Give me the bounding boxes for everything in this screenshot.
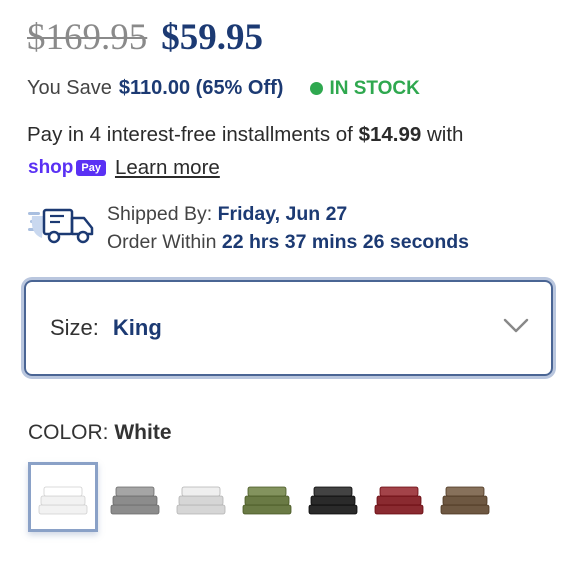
shipped-by-line: Shipped By: Friday, Jun 27 bbox=[107, 200, 469, 228]
color-swatch-olive[interactable] bbox=[232, 462, 302, 532]
folded-sheets-burgundy bbox=[374, 486, 424, 515]
shipping-info: Shipped By: Friday, Jun 27 Order Within … bbox=[28, 200, 469, 256]
learn-more-link[interactable]: Learn more bbox=[115, 156, 220, 180]
color-label: COLOR: bbox=[28, 421, 109, 444]
shop-pay-row: shop Pay Learn more bbox=[28, 156, 220, 180]
color-swatch-light-gray[interactable] bbox=[166, 462, 236, 532]
stock-status-text: IN STOCK bbox=[329, 77, 420, 99]
color-row: COLOR: White bbox=[28, 421, 172, 445]
folded-sheets-light-gray bbox=[176, 486, 226, 515]
folded-sheets-black bbox=[308, 486, 358, 515]
folded-sheets-olive bbox=[242, 486, 292, 515]
size-value: King bbox=[112, 315, 162, 340]
folded-sheets-white bbox=[38, 486, 88, 515]
order-countdown: 22 hrs 37 mins 26 seconds bbox=[221, 231, 470, 253]
installment-amount: $14.99 bbox=[358, 123, 422, 146]
price-row: $169.95 $59.95 bbox=[27, 16, 263, 59]
color-swatch-white[interactable] bbox=[28, 462, 98, 532]
stock-dot-icon bbox=[310, 82, 324, 95]
stock-status: IN STOCK bbox=[310, 77, 420, 100]
installments-prefix: Pay in 4 interest-free installments of bbox=[27, 123, 359, 146]
color-swatch-brown[interactable] bbox=[430, 462, 500, 532]
savings-amount: $110.00 (65% Off) bbox=[118, 77, 284, 99]
color-swatch-burgundy[interactable] bbox=[364, 462, 434, 532]
size-select[interactable]: Size: King bbox=[24, 280, 553, 376]
shipped-by-label: Shipped By: bbox=[107, 203, 213, 225]
color-value: White bbox=[114, 421, 172, 444]
delivery-truck-icon bbox=[28, 208, 94, 244]
savings-label: You Save bbox=[27, 77, 112, 99]
sale-price: $59.95 bbox=[161, 17, 263, 58]
color-swatch-gray[interactable] bbox=[100, 462, 170, 532]
chevron-down-icon bbox=[503, 318, 529, 333]
order-within-label: Order Within bbox=[107, 231, 217, 253]
savings-row: You Save $110.00 (65% Off) IN STOCK bbox=[27, 77, 420, 100]
shipped-by-value: Friday, Jun 27 bbox=[217, 203, 348, 225]
order-within-line: Order Within 22 hrs 37 mins 26 seconds bbox=[107, 228, 469, 256]
shop-pay-badge: Pay bbox=[76, 160, 106, 176]
color-swatch-black[interactable] bbox=[298, 462, 368, 532]
folded-sheets-gray bbox=[110, 486, 160, 515]
color-swatches bbox=[28, 462, 496, 532]
shop-pay-logo: shop bbox=[28, 157, 74, 178]
installments-text: Pay in 4 interest-free installments of $… bbox=[27, 123, 463, 147]
size-label: Size: bbox=[50, 315, 99, 340]
folded-sheets-brown bbox=[440, 486, 490, 515]
original-price: $169.95 bbox=[27, 17, 148, 58]
installments-suffix: with bbox=[421, 123, 464, 146]
